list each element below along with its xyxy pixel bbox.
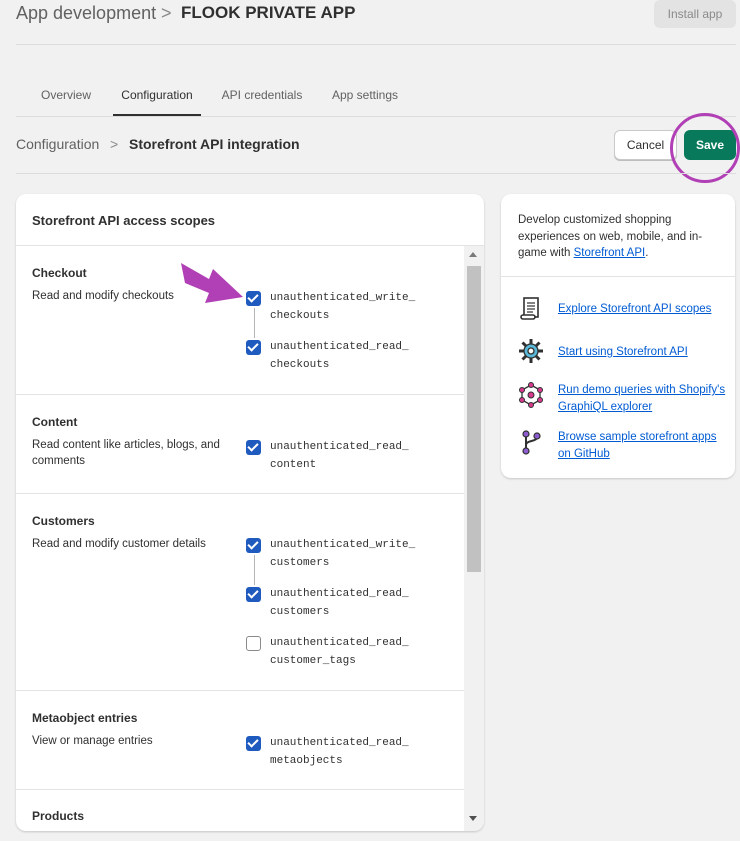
scope-checkbox[interactable]: [246, 291, 261, 306]
annotation-arrow-icon: [181, 263, 243, 303]
scope-checkbox[interactable]: [246, 636, 261, 651]
section-heading: Customers: [32, 514, 95, 528]
scope-label: unauthenticated_read_ metaobjects: [270, 737, 409, 767]
section-description: Read content like articles, blogs, and c…: [32, 439, 220, 467]
scroll-down-arrow-icon[interactable]: [469, 816, 477, 821]
tab-configuration[interactable]: Configuration: [113, 76, 201, 116]
scope-checkbox[interactable]: [246, 340, 261, 355]
tab-api-credentials[interactable]: API credentials: [215, 76, 309, 116]
section-heading: Checkout: [32, 266, 87, 280]
scope-section-products: Products: [16, 790, 464, 831]
page-title: FLOOK PRIVATE APP: [181, 3, 356, 22]
chevron-right-icon: >: [110, 136, 119, 152]
storefront-info-card: Develop customized shopping experiences …: [501, 194, 735, 478]
start-using-link[interactable]: Start using Storefront API: [558, 344, 728, 361]
scope-checkbox[interactable]: [246, 736, 261, 751]
scopes-card-header: Storefront API access scopes: [16, 194, 484, 246]
scopes-card: Storefront API access scopes Checkout Re…: [16, 194, 484, 831]
scopes-card-title: Storefront API access scopes: [32, 213, 216, 228]
storefront-api-link[interactable]: Storefront API: [574, 247, 646, 259]
side-card-intro: Develop customized shopping experiences …: [518, 214, 703, 259]
top-bar: App development > FLOOK PRIVATE APP Inst…: [0, 0, 740, 44]
section-title: Storefront API integration: [129, 136, 300, 152]
scope-connector: [254, 308, 255, 338]
cancel-button[interactable]: Cancel: [614, 130, 677, 160]
scope-checkbox[interactable]: [246, 440, 261, 455]
install-app-button[interactable]: Install app: [654, 0, 736, 28]
git-branch-icon: [522, 430, 541, 455]
breadcrumb-configuration[interactable]: Configuration: [16, 136, 99, 152]
header-divider: [16, 44, 736, 45]
scrollbar[interactable]: [464, 246, 484, 831]
github-link[interactable]: Browse sample storefront apps on GitHub: [558, 429, 728, 463]
subheader-divider: [16, 173, 736, 174]
save-button[interactable]: Save: [684, 130, 736, 160]
section-description: View or manage entries: [32, 735, 153, 747]
scroll-up-arrow-icon[interactable]: [469, 252, 477, 257]
section-heading: Products: [32, 809, 85, 823]
section-heading: Content: [32, 415, 78, 429]
scope-label: unauthenticated_read_ customer_tags: [270, 637, 409, 667]
scopes-list[interactable]: Checkout Read and modify checkouts unaut…: [16, 246, 484, 831]
chevron-right-icon: >: [161, 3, 172, 23]
scroll-document-icon: [520, 297, 539, 320]
explore-scopes-link[interactable]: Explore Storefront API scopes: [558, 301, 728, 318]
scope-label: unauthenticated_read_ checkouts: [270, 341, 409, 371]
scope-label: unauthenticated_read_ customers: [270, 588, 409, 618]
tab-app-settings[interactable]: App settings: [325, 76, 405, 116]
graphiql-link[interactable]: Run demo queries with Shopify's GraphiQL…: [558, 382, 728, 416]
section-heading: Metaobject entries: [32, 711, 138, 725]
scope-label: unauthenticated_read_ content: [270, 441, 409, 471]
breadcrumb-app-development[interactable]: App development: [16, 3, 156, 24]
scope-connector: [254, 555, 255, 585]
tabs-divider: [16, 116, 736, 117]
scrollbar-thumb[interactable]: [467, 266, 481, 572]
scope-label: unauthenticated_write_ checkouts: [270, 292, 416, 322]
scope-label: unauthenticated_write_ customers: [270, 539, 416, 569]
tab-overview[interactable]: Overview: [21, 76, 111, 116]
section-description: Read and modify customer details: [32, 538, 206, 550]
scope-section-content: Content Read content like articles, blog…: [16, 395, 464, 494]
scope-section-customers: Customers Read and modify customer detai…: [16, 494, 464, 691]
scope-checkbox[interactable]: [246, 538, 261, 553]
scope-checkbox[interactable]: [246, 587, 261, 602]
side-card-divider: [501, 276, 735, 277]
scope-section-metaobjects: Metaobject entries View or manage entrie…: [16, 691, 464, 790]
graphql-icon: [519, 382, 543, 408]
gear-icon: [519, 339, 543, 363]
